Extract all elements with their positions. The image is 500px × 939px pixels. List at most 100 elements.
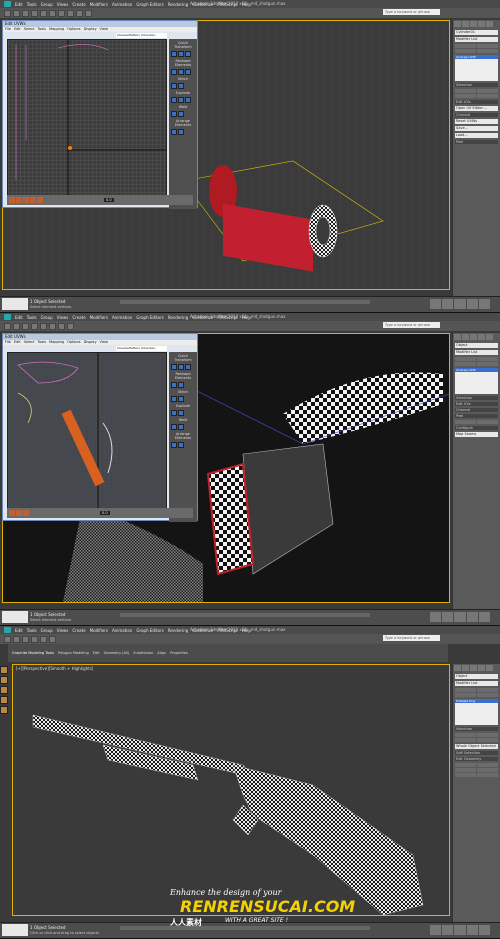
object-name-field[interactable]: Cylinder01: [455, 30, 498, 35]
go-start-icon[interactable]: [430, 925, 442, 935]
modifier-list-dropdown[interactable]: Modifier List: [455, 37, 498, 42]
app-logo-icon[interactable]: [4, 1, 11, 7]
ribbon-group-geometry[interactable]: Geometry (All): [104, 651, 130, 655]
menu-modifiers[interactable]: Modifiers: [90, 628, 108, 633]
modifier-stack[interactable]: Editable Poly: [455, 699, 498, 725]
rotate-90-icon[interactable]: [185, 364, 191, 370]
stack-item-unwrap[interactable]: Unwrap UVW: [455, 368, 498, 372]
left-tool-4-icon[interactable]: [0, 696, 8, 704]
go-end-icon[interactable]: [478, 925, 491, 935]
sel-border-button[interactable]: [455, 738, 476, 742]
align-v-icon[interactable]: [178, 364, 184, 370]
mirror-button[interactable]: [67, 322, 74, 330]
left-tool-3-icon[interactable]: [0, 686, 8, 694]
search-input[interactable]: Type a keyword or phrase: [383, 635, 440, 641]
zoom-value[interactable]: 0.0: [104, 198, 114, 202]
uv-editor-window[interactable]: Edit UVWs File Edit Select Tools Mapping…: [2, 20, 198, 209]
menu-graph-editors[interactable]: Graph Editors: [136, 315, 163, 320]
rollout-channel[interactable]: Channel: [455, 408, 498, 412]
rotate-90-icon[interactable]: [185, 51, 191, 57]
geo-btn-5[interactable]: [455, 773, 476, 777]
rollout-selection[interactable]: Selection: [455, 727, 498, 731]
create-tab-icon[interactable]: [454, 665, 461, 671]
search-input[interactable]: Type a keyword or phrase: [383, 9, 440, 15]
move-button[interactable]: [31, 322, 38, 330]
uv-menu-options[interactable]: Options: [67, 340, 81, 345]
sel-vertex-button[interactable]: [455, 733, 476, 737]
modifier-btn-4[interactable]: [477, 693, 498, 697]
object-name-field[interactable]: Object: [455, 674, 498, 679]
play-icon[interactable]: [454, 925, 466, 935]
uv-menu-display[interactable]: Display: [84, 27, 97, 32]
rollout-soft-selection[interactable]: Soft Selection: [455, 751, 498, 755]
open-uv-editor-button[interactable]: Open UV Editor ...: [455, 106, 498, 111]
rollout-peel[interactable]: Peel: [455, 140, 498, 144]
redo-button[interactable]: [13, 635, 20, 643]
menu-edit[interactable]: Edit: [15, 315, 23, 320]
uv-menu-options[interactable]: Options: [67, 27, 81, 32]
rollout-channel[interactable]: Channel: [455, 113, 498, 117]
uv-canvas[interactable]: [7, 39, 167, 199]
grow-icon[interactable]: [30, 197, 36, 203]
sel-edge-button[interactable]: [477, 89, 498, 93]
detach-icon[interactable]: [178, 97, 184, 103]
vertex-mode-icon[interactable]: [9, 510, 15, 516]
menu-tools[interactable]: Tools: [27, 628, 37, 633]
stitch-icon[interactable]: [171, 83, 177, 89]
uv-canvas[interactable]: [7, 352, 167, 512]
align-u-icon[interactable]: [171, 51, 177, 57]
menu-create[interactable]: Create: [72, 628, 85, 633]
menu-graph-editors[interactable]: Graph Editors: [136, 628, 163, 633]
object-name-field[interactable]: Object: [455, 343, 498, 348]
uv-menu-mapping[interactable]: Mapping: [49, 340, 64, 345]
menu-group[interactable]: Group: [41, 315, 53, 320]
menu-edit[interactable]: Edit: [15, 628, 23, 633]
geo-btn-2[interactable]: [477, 763, 498, 767]
modifier-btn-1[interactable]: [455, 688, 476, 692]
go-start-icon[interactable]: [430, 299, 442, 309]
modifier-btn-2[interactable]: [477, 688, 498, 692]
uv-menu-file[interactable]: File: [5, 27, 11, 32]
create-tab-icon[interactable]: [454, 21, 461, 27]
select-button[interactable]: [22, 635, 29, 643]
scale-button[interactable]: [49, 322, 56, 330]
left-tool-5-icon[interactable]: [0, 706, 8, 714]
uv-editor-window[interactable]: Edit UVWs File Edit Select Tools Mapping…: [2, 333, 198, 522]
detach-icon[interactable]: [178, 410, 184, 416]
next-frame-icon[interactable]: [466, 299, 478, 309]
time-slider[interactable]: [120, 613, 370, 617]
menu-edit[interactable]: Edit: [15, 2, 23, 7]
move-button[interactable]: [31, 9, 38, 17]
maxscript-listener[interactable]: [2, 924, 28, 936]
display-tab-icon[interactable]: [486, 334, 493, 340]
hierarchy-tab-icon[interactable]: [470, 334, 477, 340]
modifier-btn-4[interactable]: [477, 49, 498, 53]
modifier-btn-3[interactable]: [455, 49, 476, 53]
modifier-btn-3[interactable]: [455, 362, 476, 366]
undo-button[interactable]: [4, 322, 11, 330]
prev-frame-icon[interactable]: [442, 299, 454, 309]
modifier-list-dropdown[interactable]: Modifier List: [455, 681, 498, 686]
ribbon-group-polygon-modeling[interactable]: Polygon Modeling: [58, 651, 89, 655]
pack-icon[interactable]: [171, 129, 177, 135]
rollout-peel[interactable]: Peel: [455, 414, 498, 418]
flatten-icon[interactable]: [185, 97, 191, 103]
pack-normalize-icon[interactable]: [178, 129, 184, 135]
go-start-icon[interactable]: [430, 612, 442, 622]
uv-menu-display[interactable]: Display: [84, 340, 97, 345]
scale-button[interactable]: [49, 9, 56, 17]
display-tab-icon[interactable]: [486, 665, 493, 671]
time-slider[interactable]: [120, 300, 370, 304]
menu-create[interactable]: Create: [72, 2, 85, 7]
stack-item-editable-poly[interactable]: Editable Poly: [455, 699, 498, 703]
ribbon-group-edit[interactable]: Edit: [93, 651, 100, 655]
rollout-configure[interactable]: Configure: [455, 426, 498, 430]
menu-animation[interactable]: Animation: [112, 628, 132, 633]
sel-edge-button[interactable]: [477, 733, 498, 737]
weld-icon[interactable]: [171, 111, 177, 117]
pack-normalize-icon[interactable]: [178, 442, 184, 448]
reset-uvws-button[interactable]: Reset UVWs: [455, 119, 498, 124]
create-tab-icon[interactable]: [454, 334, 461, 340]
scale-button[interactable]: [49, 635, 56, 643]
peel-btn-2[interactable]: [477, 420, 498, 424]
